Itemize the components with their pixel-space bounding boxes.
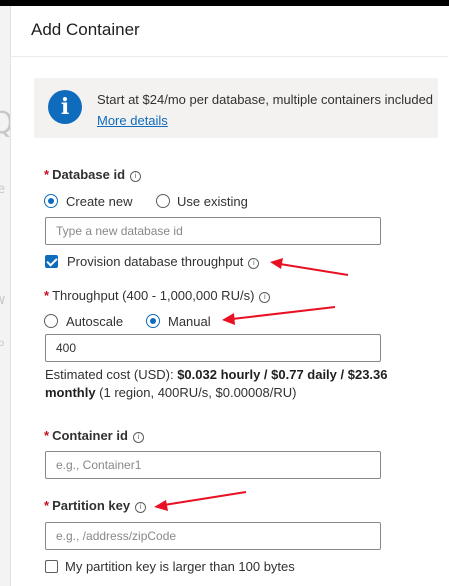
provision-throughput-label[interactable]: Provision database throughput i: [67, 254, 260, 269]
autoscale-radio[interactable]: [44, 314, 58, 328]
info-circle-icon[interactable]: i: [130, 171, 142, 182]
large-partition-key-label[interactable]: My partition key is larger than 100 byte…: [65, 559, 295, 574]
autoscale-label[interactable]: Autoscale: [66, 314, 123, 329]
estimated-cost-text: Estimated cost (USD): $0.032 hourly / $0…: [45, 367, 388, 400]
container-id-label: * Container id i: [44, 428, 144, 443]
partition-key-input[interactable]: e.g., /address/zipCode: [45, 522, 381, 550]
info-banner: i Start at $24/mo per database, multiple…: [34, 78, 438, 138]
info-banner-text: Start at $24/mo per database, multiple c…: [97, 92, 434, 107]
throughput-label: * Throughput (400 - 1,000,000 RU/s) i: [44, 288, 271, 303]
create-new-label[interactable]: Create new: [66, 194, 132, 209]
info-circle-icon[interactable]: i: [259, 292, 271, 303]
required-marker: *: [44, 167, 50, 182]
use-existing-radio[interactable]: [156, 194, 170, 208]
use-existing-label[interactable]: Use existing: [177, 194, 248, 209]
container-id-input[interactable]: e.g., Container1: [45, 451, 381, 479]
required-marker: *: [44, 498, 50, 513]
manual-label[interactable]: Manual: [168, 314, 211, 329]
required-marker: *: [44, 288, 50, 303]
info-circle-icon[interactable]: i: [132, 432, 144, 443]
database-id-input[interactable]: Type a new database id: [45, 217, 381, 245]
required-marker: *: [44, 428, 50, 443]
database-id-label: * Database id i: [44, 167, 142, 182]
provision-throughput-checkbox[interactable]: [45, 255, 58, 268]
more-details-link[interactable]: More details: [97, 113, 168, 128]
create-new-radio[interactable]: [44, 194, 58, 208]
info-circle-icon[interactable]: i: [248, 258, 260, 269]
info-icon: i: [48, 90, 82, 124]
panel-title: Add Container: [31, 20, 140, 39]
large-partition-key-checkbox[interactable]: [45, 560, 58, 573]
title-divider: [10, 56, 448, 57]
manual-radio[interactable]: [146, 314, 160, 328]
info-circle-icon[interactable]: i: [135, 502, 147, 513]
throughput-input[interactable]: 400: [45, 334, 381, 362]
background-page-edge: Q e w p: [0, 6, 11, 586]
partition-key-label: * Partition key i: [44, 498, 147, 513]
